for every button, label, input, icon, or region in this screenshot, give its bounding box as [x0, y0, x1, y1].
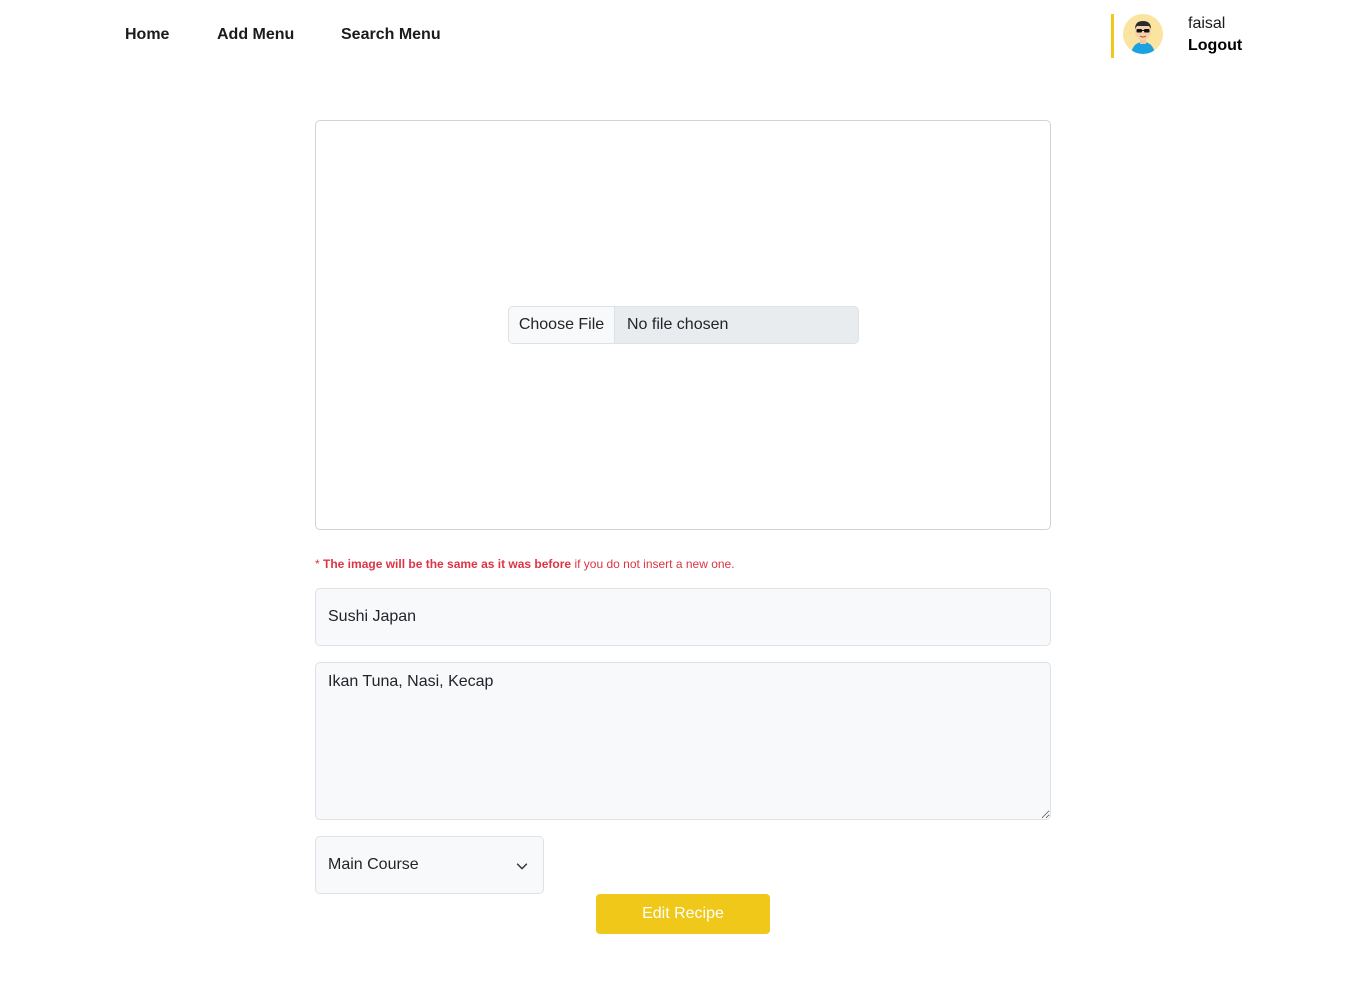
category-select[interactable]: Main Course — [315, 836, 544, 894]
username: faisal — [1188, 15, 1226, 32]
image-note: * The image will be the same as it was b… — [315, 557, 735, 571]
ingredients-textarea[interactable]: Ikan Tuna, Nasi, Kecap — [315, 662, 1051, 820]
file-status-text: No file chosen — [627, 316, 729, 333]
nav-search-menu-link[interactable]: Search Menu — [341, 26, 441, 44]
note-asterisk: * — [315, 557, 324, 571]
nav-home-link[interactable]: Home — [125, 26, 169, 44]
user-avatar-icon — [1123, 14, 1163, 54]
logout-link[interactable]: Logout — [1188, 37, 1242, 55]
category-selected-value: Main Course — [328, 856, 419, 873]
chevron-down-icon — [516, 863, 528, 870]
edit-recipe-button[interactable]: Edit Recipe — [596, 894, 770, 934]
note-rest-text: if you do not insert a new one. — [571, 557, 735, 571]
file-input[interactable]: Choose File No file chosen — [508, 306, 859, 344]
choose-file-button[interactable]: Choose File — [509, 307, 615, 343]
nav-add-menu-link[interactable]: Add Menu — [217, 26, 294, 44]
note-bold-text: The image will be the same as it was bef… — [323, 557, 572, 571]
page: Home Add Menu Search Menu faisal Logout … — [0, 0, 1366, 982]
recipe-title-input[interactable] — [315, 588, 1051, 646]
profile-accent-bar — [1111, 14, 1114, 58]
